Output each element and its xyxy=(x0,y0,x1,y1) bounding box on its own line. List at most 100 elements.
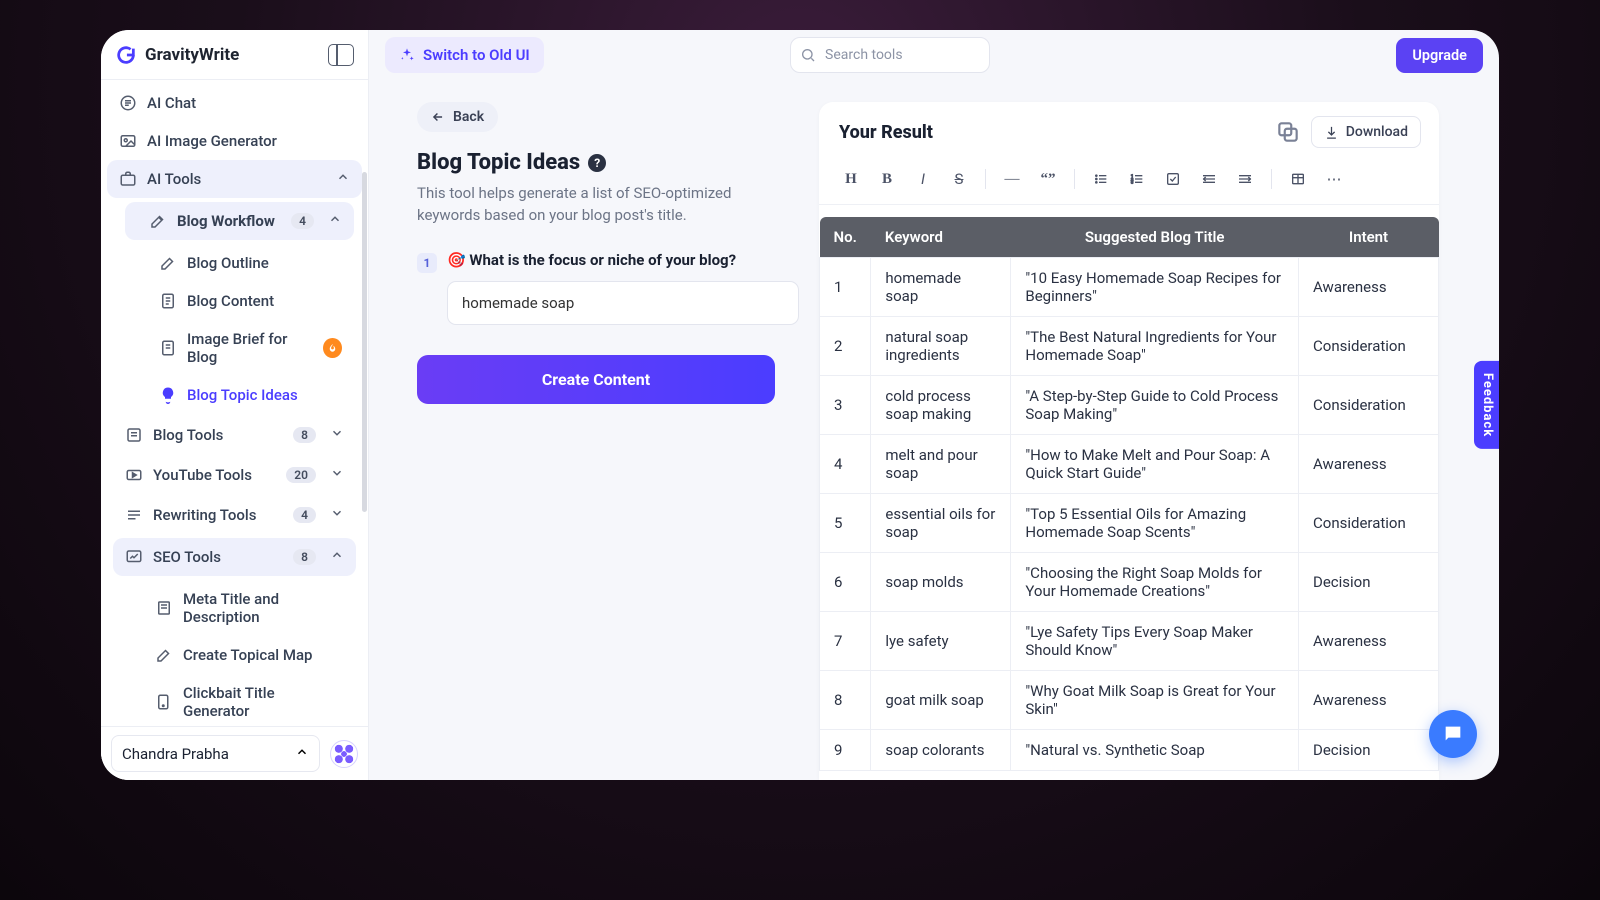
sidebar-footer: Chandra Prabha xyxy=(101,726,368,780)
nav-label: Blog Content xyxy=(187,292,274,310)
nav-blog-content[interactable]: Blog Content xyxy=(129,282,354,320)
form-panel: Back Blog Topic Ideas ? This tool helps … xyxy=(369,80,799,780)
search-wrap xyxy=(790,37,990,73)
back-button[interactable]: Back xyxy=(417,102,498,132)
table-button[interactable] xyxy=(1280,164,1316,194)
nav-blog-topic-ideas[interactable]: Blog Topic Ideas xyxy=(129,376,354,414)
italic-button[interactable]: I xyxy=(905,164,941,194)
arrow-left-icon xyxy=(431,110,445,124)
niche-input[interactable] xyxy=(447,281,799,325)
switch-ui-button[interactable]: Switch to Old UI xyxy=(385,37,544,73)
svg-text:3: 3 xyxy=(1131,180,1133,185)
table-row[interactable]: 8goat milk soap"Why Goat Milk Soap is Gr… xyxy=(820,671,1439,730)
question-number: 1 xyxy=(417,253,437,273)
brand-logo[interactable]: GravityWrite xyxy=(115,44,239,66)
table-row[interactable]: 5essential oils for soap"Top 5 Essential… xyxy=(820,494,1439,553)
question-row: 1 🎯 What is the focus or niche of your b… xyxy=(417,251,799,325)
nav-label: AI Image Generator xyxy=(147,132,277,150)
cell-title: "10 Easy Homemade Soap Recipes for Begin… xyxy=(1011,258,1299,317)
table-row[interactable]: 6soap molds"Choosing the Right Soap Mold… xyxy=(820,553,1439,612)
help-icon[interactable]: ? xyxy=(588,154,606,172)
sidebar-scroll[interactable]: AI Chat AI Image Generator AI Tools Blog… xyxy=(101,80,368,726)
cell-title: "The Best Natural Ingredients for Your H… xyxy=(1011,317,1299,376)
item-icon xyxy=(159,292,177,310)
col-header: Suggested Blog Title xyxy=(1011,217,1299,258)
item-icon xyxy=(155,599,173,617)
nav-label: Blog Tools xyxy=(153,426,223,444)
nav-rewriting-tools[interactable]: Rewriting Tools4 xyxy=(113,496,356,534)
quote-button[interactable]: “” xyxy=(1030,164,1066,194)
search-input[interactable] xyxy=(790,37,990,73)
user-menu[interactable]: Chandra Prabha xyxy=(111,735,320,772)
result-body[interactable]: No.KeywordSuggested Blog TitleIntent 1ho… xyxy=(819,205,1439,780)
cell-keyword: soap colorants xyxy=(871,730,1011,771)
avatar[interactable] xyxy=(330,740,358,768)
table-row[interactable]: 9soap colorants"Natural vs. Synthetic So… xyxy=(820,730,1439,771)
table-row[interactable]: 4melt and pour soap"How to Make Melt and… xyxy=(820,435,1439,494)
cell-no: 9 xyxy=(820,730,871,771)
group-icon xyxy=(125,466,143,484)
table-row[interactable]: 1homemade soap"10 Easy Homemade Soap Rec… xyxy=(820,258,1439,317)
copy-button[interactable] xyxy=(1275,119,1301,145)
chat-fab[interactable] xyxy=(1429,710,1477,758)
nav-ai-image-generator[interactable]: AI Image Generator xyxy=(107,122,362,160)
switch-label: Switch to Old UI xyxy=(423,46,530,64)
bullet-list-button[interactable] xyxy=(1083,164,1119,194)
cell-keyword: cold process soap making xyxy=(871,376,1011,435)
checklist-button[interactable] xyxy=(1155,164,1191,194)
nav-ai-tools[interactable]: AI Tools xyxy=(107,160,362,198)
create-content-button[interactable]: Create Content xyxy=(417,355,775,404)
bold-button[interactable]: B xyxy=(869,164,905,194)
cell-no: 1 xyxy=(820,258,871,317)
chevron-up-icon xyxy=(328,212,342,230)
nav-clickbait-title-generator[interactable]: Clickbait Title Generator xyxy=(125,674,354,726)
more-button[interactable]: ⋯ xyxy=(1316,164,1352,194)
nav-meta-title-and-description[interactable]: Meta Title and Description xyxy=(125,580,354,636)
result-header: Your Result Download xyxy=(819,102,1439,158)
nav-ai-chat[interactable]: AI Chat xyxy=(107,84,362,122)
chevron-up-icon xyxy=(330,548,344,566)
download-button[interactable]: Download xyxy=(1311,116,1421,148)
strike-button[interactable]: S xyxy=(941,164,977,194)
nav-image-brief-for-blog[interactable]: Image Brief for Blog xyxy=(129,320,354,376)
upgrade-button[interactable]: Upgrade xyxy=(1396,38,1483,73)
chevron-down-icon xyxy=(330,466,344,484)
sparkle-icon xyxy=(399,47,415,63)
nav-label: Blog Outline xyxy=(187,254,269,272)
ordered-list-button[interactable]: 123 xyxy=(1119,164,1155,194)
nav-blog-workflow[interactable]: Blog Workflow 4 xyxy=(125,202,354,240)
nav-label: Rewriting Tools xyxy=(153,506,256,524)
cell-title: "Choosing the Right Soap Molds for Your … xyxy=(1011,553,1299,612)
nav-label: Blog Topic Ideas xyxy=(187,386,298,404)
cell-intent: Consideration xyxy=(1299,376,1439,435)
count-badge: 8 xyxy=(293,427,316,443)
hr-button[interactable]: — xyxy=(994,164,1030,194)
nav-blog-tools[interactable]: Blog Tools 8 xyxy=(113,416,356,454)
nav-blog-outline[interactable]: Blog Outline xyxy=(129,244,354,282)
cell-intent: Consideration xyxy=(1299,317,1439,376)
sidebar: GravityWrite AI Chat AI Image Generator … xyxy=(101,30,369,780)
nav-seo-tools[interactable]: SEO Tools 8 xyxy=(113,538,356,576)
table-row[interactable]: 3cold process soap making"A Step-by-Step… xyxy=(820,376,1439,435)
chat-icon xyxy=(119,94,137,112)
count-badge: 8 xyxy=(293,549,316,565)
table-row[interactable]: 2natural soap ingredients"The Best Natur… xyxy=(820,317,1439,376)
cell-title: "Why Goat Milk Soap is Great for Your Sk… xyxy=(1011,671,1299,730)
nav-youtube-tools[interactable]: YouTube Tools20 xyxy=(113,456,356,494)
outdent-button[interactable] xyxy=(1191,164,1227,194)
table-row[interactable]: 7lye safety"Lye Safety Tips Every Soap M… xyxy=(820,612,1439,671)
content-row: Back Blog Topic Ideas ? This tool helps … xyxy=(369,80,1499,780)
editor-toolbar: H B I S — “” 123 ⋯ xyxy=(819,158,1439,205)
nav-label: AI Chat xyxy=(147,94,196,112)
sidebar-collapse-button[interactable] xyxy=(328,44,354,66)
briefcase-icon xyxy=(119,170,137,188)
heading-button[interactable]: H xyxy=(833,164,869,194)
fire-badge xyxy=(323,338,342,358)
download-icon xyxy=(1324,125,1339,140)
nav-label: Meta Title and Description xyxy=(183,590,342,626)
indent-button[interactable] xyxy=(1227,164,1263,194)
scrollbar-thumb[interactable] xyxy=(362,172,367,512)
feedback-tab[interactable]: Feedback xyxy=(1474,361,1499,449)
nav-create-topical-map[interactable]: Create Topical Map xyxy=(125,636,354,674)
page-title: Blog Topic Ideas ? xyxy=(417,150,799,175)
